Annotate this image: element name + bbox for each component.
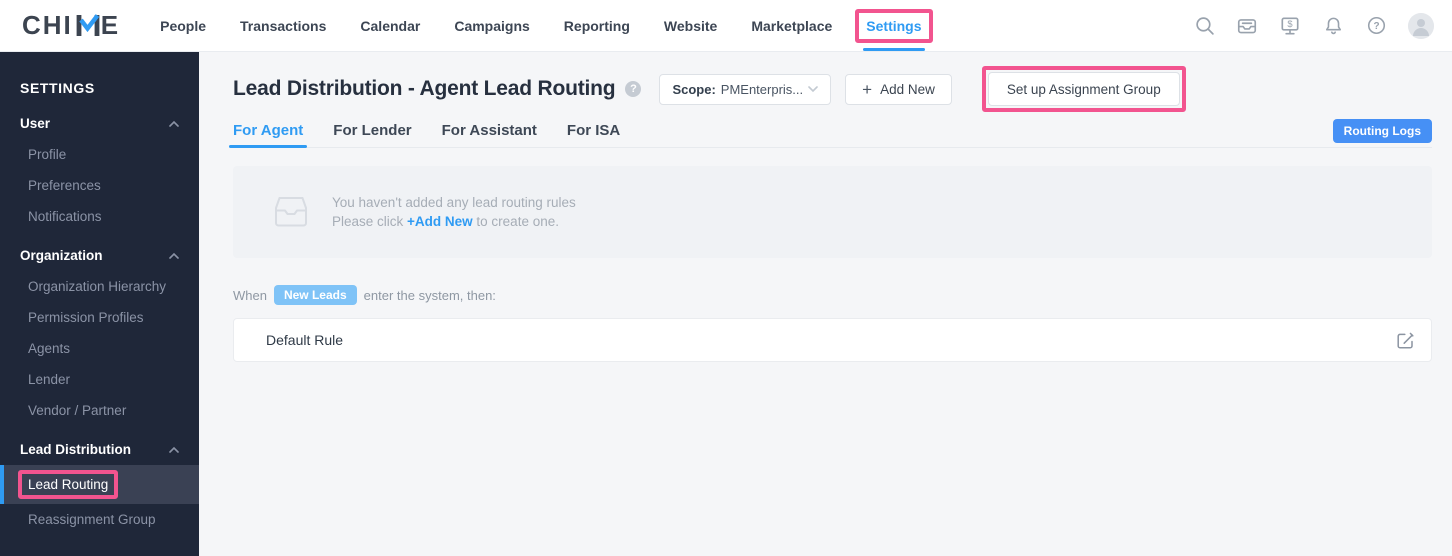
when-prefix: When bbox=[233, 287, 267, 303]
nav-item-calendar[interactable]: Calendar bbox=[360, 0, 420, 51]
add-new-button[interactable]: + Add New bbox=[845, 73, 952, 105]
empty-state-panel: You haven't added any lead routing rules… bbox=[233, 166, 1432, 258]
nav-item-campaigns[interactable]: Campaigns bbox=[454, 0, 529, 51]
primary-nav: People Transactions Calendar Campaigns R… bbox=[160, 0, 933, 51]
sidebar-item-vendor-partner[interactable]: Vendor / Partner bbox=[0, 395, 199, 426]
page-title: Lead Distribution - Agent Lead Routing bbox=[233, 77, 616, 100]
empty-state-line2: Please click +Add New to create one. bbox=[332, 212, 576, 231]
nav-item-website[interactable]: Website bbox=[664, 0, 717, 51]
add-new-label: Add New bbox=[880, 81, 935, 97]
tab-for-agent[interactable]: For Agent bbox=[228, 114, 308, 148]
nav-item-marketplace[interactable]: Marketplace bbox=[751, 0, 832, 51]
inbox-icon[interactable] bbox=[1236, 15, 1258, 37]
billing-monitor-icon[interactable]: $ bbox=[1279, 15, 1301, 37]
edit-rule-icon[interactable] bbox=[1395, 330, 1415, 350]
title-help-icon[interactable]: ? bbox=[625, 81, 642, 97]
scope-label: Scope: bbox=[672, 81, 716, 97]
scope-dropdown[interactable]: Scope: PMEnterpris... bbox=[659, 73, 832, 105]
sidebar-section-organization-label: Organization bbox=[20, 248, 103, 263]
empty-inbox-icon bbox=[275, 197, 307, 227]
routing-logs-button[interactable]: Routing Logs bbox=[1332, 118, 1432, 143]
sidebar-title: SETTINGS bbox=[20, 80, 95, 96]
rule-name: Default Rule bbox=[266, 332, 344, 348]
default-rule-row[interactable]: Default Rule bbox=[233, 318, 1432, 362]
sidebar-item-preferences[interactable]: Preferences bbox=[0, 170, 199, 201]
svg-text:$: $ bbox=[1287, 19, 1293, 29]
logo-text-left: CHI bbox=[22, 10, 73, 40]
sidebar-section-lead-distribution-label: Lead Distribution bbox=[20, 442, 131, 457]
add-new-link[interactable]: +Add New bbox=[407, 214, 473, 229]
user-avatar[interactable] bbox=[1408, 12, 1434, 39]
nav-item-people[interactable]: People bbox=[160, 0, 206, 51]
sidebar-section-lead-distribution[interactable]: Lead Distribution bbox=[0, 434, 199, 465]
tab-for-assistant[interactable]: For Assistant bbox=[442, 114, 537, 147]
when-rule-sentence: When New Leads enter the system, then: bbox=[233, 285, 1432, 305]
tab-for-isa[interactable]: For ISA bbox=[567, 114, 620, 147]
sidebar-section-organization[interactable]: Organization bbox=[0, 240, 199, 271]
sidebar-section-user-label: User bbox=[20, 116, 51, 131]
main-content: Lead Distribution - Agent Lead Routing ?… bbox=[199, 52, 1452, 556]
navbar-icon-group: $ ? bbox=[1193, 0, 1434, 51]
nav-item-settings[interactable]: Settings bbox=[855, 0, 933, 51]
logo-text-right: E bbox=[100, 10, 121, 40]
chevron-down-icon bbox=[808, 86, 818, 93]
tab-for-lender[interactable]: For Lender bbox=[333, 114, 411, 147]
chevron-up-icon bbox=[169, 252, 179, 259]
sidebar-item-notifications[interactable]: Notifications bbox=[0, 201, 199, 232]
notifications-bell-icon[interactable] bbox=[1322, 15, 1344, 37]
empty-state-line2-prefix: Please click bbox=[332, 214, 408, 229]
top-navbar: CHI E People Transactions Calendar Campa… bbox=[0, 0, 1452, 52]
nav-item-settings-label: Settings bbox=[866, 17, 922, 34]
logo-m-check-icon bbox=[76, 14, 100, 36]
sidebar-item-reassignment-group[interactable]: Reassignment Group bbox=[0, 504, 199, 535]
chevron-up-icon bbox=[169, 446, 179, 453]
sidebar-section-user[interactable]: User bbox=[0, 108, 199, 139]
search-icon[interactable] bbox=[1193, 15, 1215, 37]
empty-state-line1: You haven't added any lead routing rules bbox=[332, 195, 576, 210]
new-leads-badge[interactable]: New Leads bbox=[273, 285, 357, 305]
plus-icon: + bbox=[862, 79, 873, 99]
sidebar-item-organization-hierarchy[interactable]: Organization Hierarchy bbox=[0, 271, 199, 302]
tabs-bar: For Agent For Lender For Assistant For I… bbox=[228, 114, 1432, 148]
svg-text:?: ? bbox=[1373, 21, 1379, 32]
nav-item-transactions[interactable]: Transactions bbox=[240, 0, 326, 51]
settings-sidebar: SETTINGS User Profile Preferences Notifi… bbox=[0, 52, 199, 556]
sidebar-item-permission-profiles[interactable]: Permission Profiles bbox=[0, 302, 199, 333]
app-window: CHI E People Transactions Calendar Campa… bbox=[0, 0, 1452, 556]
help-icon[interactable]: ? bbox=[1365, 15, 1387, 37]
scope-value: PMEnterpris... bbox=[720, 81, 804, 97]
sidebar-item-profile[interactable]: Profile bbox=[0, 139, 199, 170]
empty-state-line2-suffix: to create one. bbox=[472, 214, 559, 229]
sidebar-item-lead-routing-label: Lead Routing bbox=[28, 477, 109, 492]
sidebar-item-lead-routing[interactable]: Lead Routing bbox=[0, 465, 199, 504]
sidebar-item-lender[interactable]: Lender bbox=[0, 364, 199, 395]
chime-logo[interactable]: CHI E bbox=[22, 0, 120, 51]
page-header: Lead Distribution - Agent Lead Routing ?… bbox=[233, 66, 1432, 112]
set-up-assignment-group-button[interactable]: Set up Assignment Group bbox=[981, 66, 1186, 112]
chevron-up-icon bbox=[169, 120, 179, 127]
sidebar-item-agents[interactable]: Agents bbox=[0, 333, 199, 364]
set-up-assignment-group-label: Set up Assignment Group bbox=[1006, 81, 1161, 97]
nav-item-reporting[interactable]: Reporting bbox=[564, 0, 630, 51]
empty-state-text: You haven't added any lead routing rules… bbox=[332, 193, 576, 231]
when-suffix: enter the system, then: bbox=[363, 287, 496, 303]
